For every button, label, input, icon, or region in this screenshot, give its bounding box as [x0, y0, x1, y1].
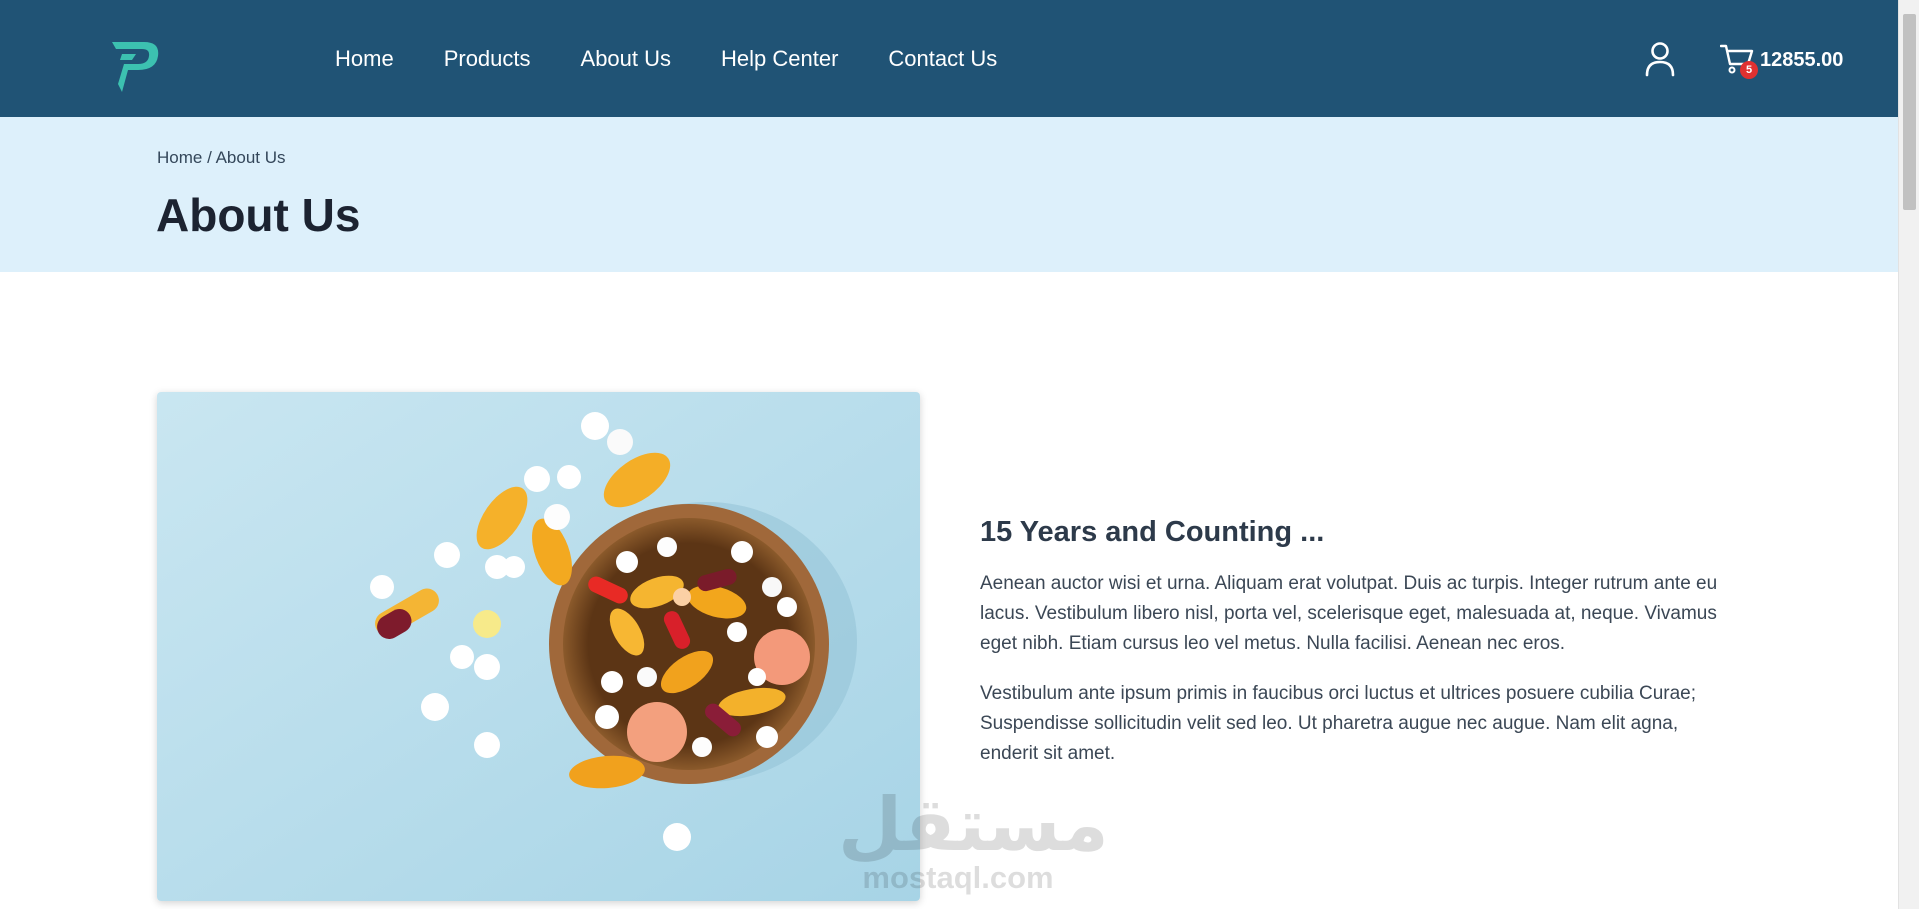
- brand-logo-icon[interactable]: [106, 36, 164, 94]
- cart-count-badge: 5: [1740, 61, 1758, 79]
- cart-total: 12855.00: [1760, 48, 1844, 71]
- page-header-band: Home / About Us About Us: [0, 117, 1898, 272]
- nav-products[interactable]: Products: [444, 46, 531, 72]
- about-text-section: 15 Years and Counting ... Aenean auctor …: [980, 516, 1740, 789]
- section-heading: 15 Years and Counting ...: [980, 516, 1325, 548]
- about-paragraph-1: Aenean auctor wisi et urna. Aliquam erat…: [980, 573, 1718, 654]
- watermark-arabic: مستقل: [838, 782, 1109, 868]
- top-navbar: Home Products About Us Help Center Conta…: [0, 0, 1898, 117]
- cart-icon: 5: [1719, 43, 1758, 79]
- cart-button[interactable]: 5 12855.00: [1719, 42, 1844, 79]
- about-paragraph-2: Vestibulum ante ipsum primis in faucibus…: [980, 683, 1696, 764]
- nav-home[interactable]: Home: [335, 46, 394, 72]
- main-nav: Home Products About Us Help Center Conta…: [335, 0, 1047, 117]
- user-icon[interactable]: [1644, 41, 1676, 77]
- pills-bowl-image: [157, 392, 920, 901]
- breadcrumb[interactable]: Home / About Us: [157, 148, 286, 168]
- nav-about-us[interactable]: About Us: [581, 46, 672, 72]
- watermark: مستقل mostaql.com: [838, 782, 1109, 896]
- nav-contact-us[interactable]: Contact Us: [888, 46, 997, 72]
- vertical-scrollbar[interactable]: [1898, 0, 1919, 909]
- watermark-latin: mostaql.com: [862, 860, 1054, 895]
- page-title: About Us: [156, 189, 361, 241]
- nav-help-center[interactable]: Help Center: [721, 46, 838, 72]
- scrollbar-thumb[interactable]: [1903, 14, 1916, 210]
